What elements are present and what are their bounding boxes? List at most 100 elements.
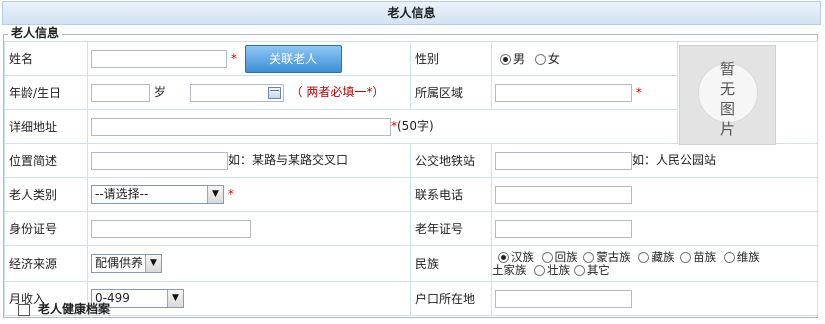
district-label: 所属区域 (410, 75, 492, 110)
radio-icon (541, 251, 553, 263)
ethnicity-option-label: 藏族 (651, 249, 675, 264)
required-star: * (230, 51, 237, 65)
radio-icon (723, 251, 735, 263)
location-label: 位置简述 (4, 143, 88, 178)
gender-cell: 男 女 (491, 41, 678, 76)
page-title: 老人信息 (387, 6, 436, 20)
income-source-selected: 配偶供养 (95, 256, 144, 270)
ethnicity-option[interactable]: 土家族 (492, 263, 527, 277)
id-number-label: 身份证号 (4, 211, 88, 246)
radio-icon (500, 54, 511, 65)
checkbox-icon[interactable] (18, 303, 30, 316)
gender-option-label: 男 (513, 52, 526, 66)
health-record-toggle[interactable]: 老人健康档案 (18, 300, 110, 317)
age-input[interactable] (91, 83, 150, 102)
gender-option-female[interactable]: 女 (534, 52, 560, 66)
name-label: 姓名 (4, 41, 88, 76)
phone-cell (491, 177, 818, 212)
ethnicity-option-label: 回族 (554, 249, 578, 264)
required-star: * (227, 187, 234, 201)
location-cell: 如：某路与某路交叉口 (87, 143, 411, 178)
ethnicity-option-label: 其它 (586, 262, 610, 277)
radio-icon (498, 251, 509, 263)
radio-icon (573, 264, 585, 276)
health-record-label: 老人健康档案 (38, 302, 111, 316)
chevron-down-icon[interactable]: ▼ (145, 255, 161, 272)
location-input[interactable] (91, 151, 228, 170)
ethnicity-option-label: 土家族 (492, 262, 527, 277)
ethnicity-option[interactable]: 汉族 (498, 250, 534, 264)
photo-placeholder-char: 无 (719, 80, 735, 98)
ethnicity-cell: 汉族 回族 蒙古族 藏族 苗族 维族 土家族 壮族 其它 (491, 245, 818, 282)
transit-cell: 如：人民公园站 (491, 143, 818, 178)
page-title-bar: 老人信息 (2, 1, 821, 25)
senior-card-label: 老年证号 (410, 211, 492, 246)
phone-input[interactable] (495, 185, 632, 204)
phone-label: 联系电话 (410, 177, 492, 212)
age-birth-label: 年龄/生日 (4, 75, 88, 110)
ethnicity-option[interactable]: 藏族 (638, 250, 674, 264)
chevron-down-icon[interactable]: ▼ (207, 186, 223, 203)
ethnicity-option[interactable]: 蒙古族 (583, 250, 631, 264)
radio-icon (583, 251, 595, 263)
form-row-id: 身份证号 老年证号 (4, 211, 818, 246)
associate-elder-button[interactable]: 关联老人 (244, 44, 342, 73)
category-select[interactable]: --请选择-- ▼ (91, 185, 224, 204)
form-row-category: 老人类别 --请选择-- ▼ * 联系电话 (4, 177, 818, 212)
radio-icon (638, 251, 650, 263)
form-row-income-source: 经济来源 配偶供养 ▼ 民族 汉族 回族 蒙古族 藏族 苗族 维族 土家族 壮族… (4, 245, 818, 282)
ethnicity-option[interactable]: 维族 (723, 249, 760, 264)
photo-placeholder-char: 暂 (719, 60, 735, 78)
senior-card-input[interactable] (495, 219, 632, 238)
ethnicity-option[interactable]: 其它 (573, 262, 610, 277)
age-birth-note: （ 两者必填一*） (290, 85, 385, 100)
chevron-down-icon[interactable]: ▼ (167, 290, 183, 307)
elder-photo[interactable]: 暂 无 图 片 (679, 45, 776, 145)
ethnicity-option-label: 蒙古族 (596, 249, 631, 264)
transit-hint: 如：人民公园站 (632, 153, 717, 168)
form-row-monthly-income: 月收入 0-499 ▼ 户口所在地 (4, 281, 818, 316)
address-limit-note: (50字) (397, 119, 434, 134)
transit-input[interactable] (495, 151, 632, 170)
ethnicity-option[interactable]: 壮族 (534, 263, 570, 277)
ethnicity-option-label: 苗族 (693, 249, 717, 264)
senior-card-cell (491, 211, 818, 246)
radio-icon (534, 264, 546, 276)
radio-icon (680, 251, 692, 263)
age-unit: 岁 (153, 85, 166, 100)
category-selected: --请选择-- (95, 187, 149, 201)
district-input[interactable] (495, 83, 632, 102)
address-cell: *(50字) (87, 109, 678, 144)
category-cell: --请选择-- ▼ * (87, 177, 411, 212)
income-source-label: 经济来源 (4, 245, 88, 282)
name-input[interactable] (91, 49, 227, 68)
income-source-select[interactable]: 配偶供养 ▼ (91, 254, 162, 273)
ethnicity-label: 民族 (410, 245, 492, 282)
calendar-icon[interactable] (267, 86, 281, 99)
category-label: 老人类别 (4, 177, 88, 212)
ethnicity-option-label: 维族 (736, 249, 760, 264)
age-birth-cell: 岁 （ 两者必填一*） (87, 75, 411, 110)
household-input[interactable] (495, 289, 632, 308)
gender-option-label: 女 (547, 52, 560, 66)
name-cell: * 关联老人 (87, 41, 411, 76)
address-input[interactable] (91, 117, 391, 136)
photo-placeholder-text: 暂 无 图 片 (680, 59, 775, 139)
ethnicity-option[interactable]: 回族 (541, 249, 578, 264)
form-row-location: 位置简述 如：某路与某路交叉口 公交地铁站 如：人民公园站 (4, 143, 818, 178)
photo-placeholder-char: 片 (719, 120, 735, 138)
photo-placeholder-char: 图 (719, 100, 735, 118)
gender-option-male[interactable]: 男 (500, 52, 525, 66)
id-number-input[interactable] (91, 219, 251, 238)
radio-icon (534, 54, 546, 65)
section-legend: 老人信息 (8, 25, 63, 41)
location-hint: 如：某路与某路交叉口 (228, 153, 349, 168)
birthday-field[interactable] (189, 83, 284, 102)
household-label: 户口所在地 (410, 281, 492, 316)
ethnicity-option[interactable]: 苗族 (680, 250, 716, 264)
monthly-income-cell: 0-499 ▼ (87, 281, 411, 316)
income-source-cell: 配偶供养 ▼ (87, 245, 411, 282)
district-cell: * (491, 75, 678, 110)
ethnicity-option-label: 壮族 (547, 262, 571, 277)
transit-label: 公交地铁站 (410, 143, 492, 178)
